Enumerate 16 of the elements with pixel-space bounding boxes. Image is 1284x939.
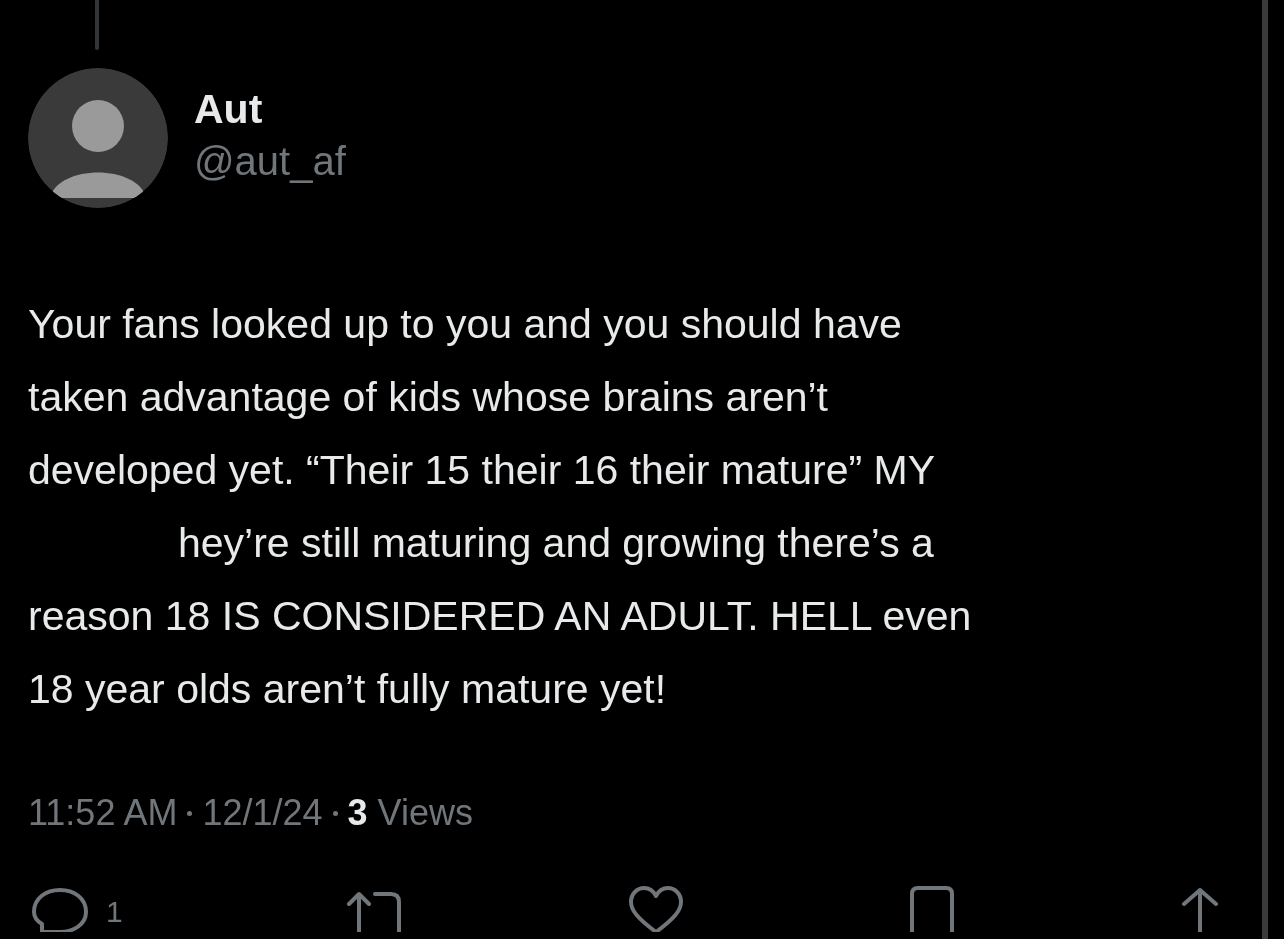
tweet-text-line: taken advantage of kids whose brains aren’t: [28, 373, 829, 422]
tweet-text-line: hey’re still maturing and growing there’s a: [178, 519, 935, 568]
views-count: 3: [347, 791, 368, 835]
tweet-text-line: developed yet. “Their 15 their 16 their mature” MY: [28, 446, 936, 495]
bookmark-icon[interactable]: [907, 884, 956, 932]
author-handle: @aut_af: [194, 138, 346, 185]
post-date: 12/1/24: [202, 791, 323, 835]
heart-icon[interactable]: [627, 884, 686, 932]
reply-count: 1: [106, 894, 123, 930]
tweet-text-line: 18 year olds aren’t fully mature yet!: [28, 665, 668, 714]
post-time: 11:52 AM: [28, 791, 178, 835]
author-name: Aut: [194, 85, 264, 134]
tweet-text-line: reason 18 IS CONSIDERED AN ADULT. HELL even: [28, 592, 973, 641]
avatar[interactable]: [28, 68, 168, 208]
views-label: Views: [377, 791, 473, 835]
tweet-text-line: Your fans looked up to you and you should have: [28, 300, 903, 349]
